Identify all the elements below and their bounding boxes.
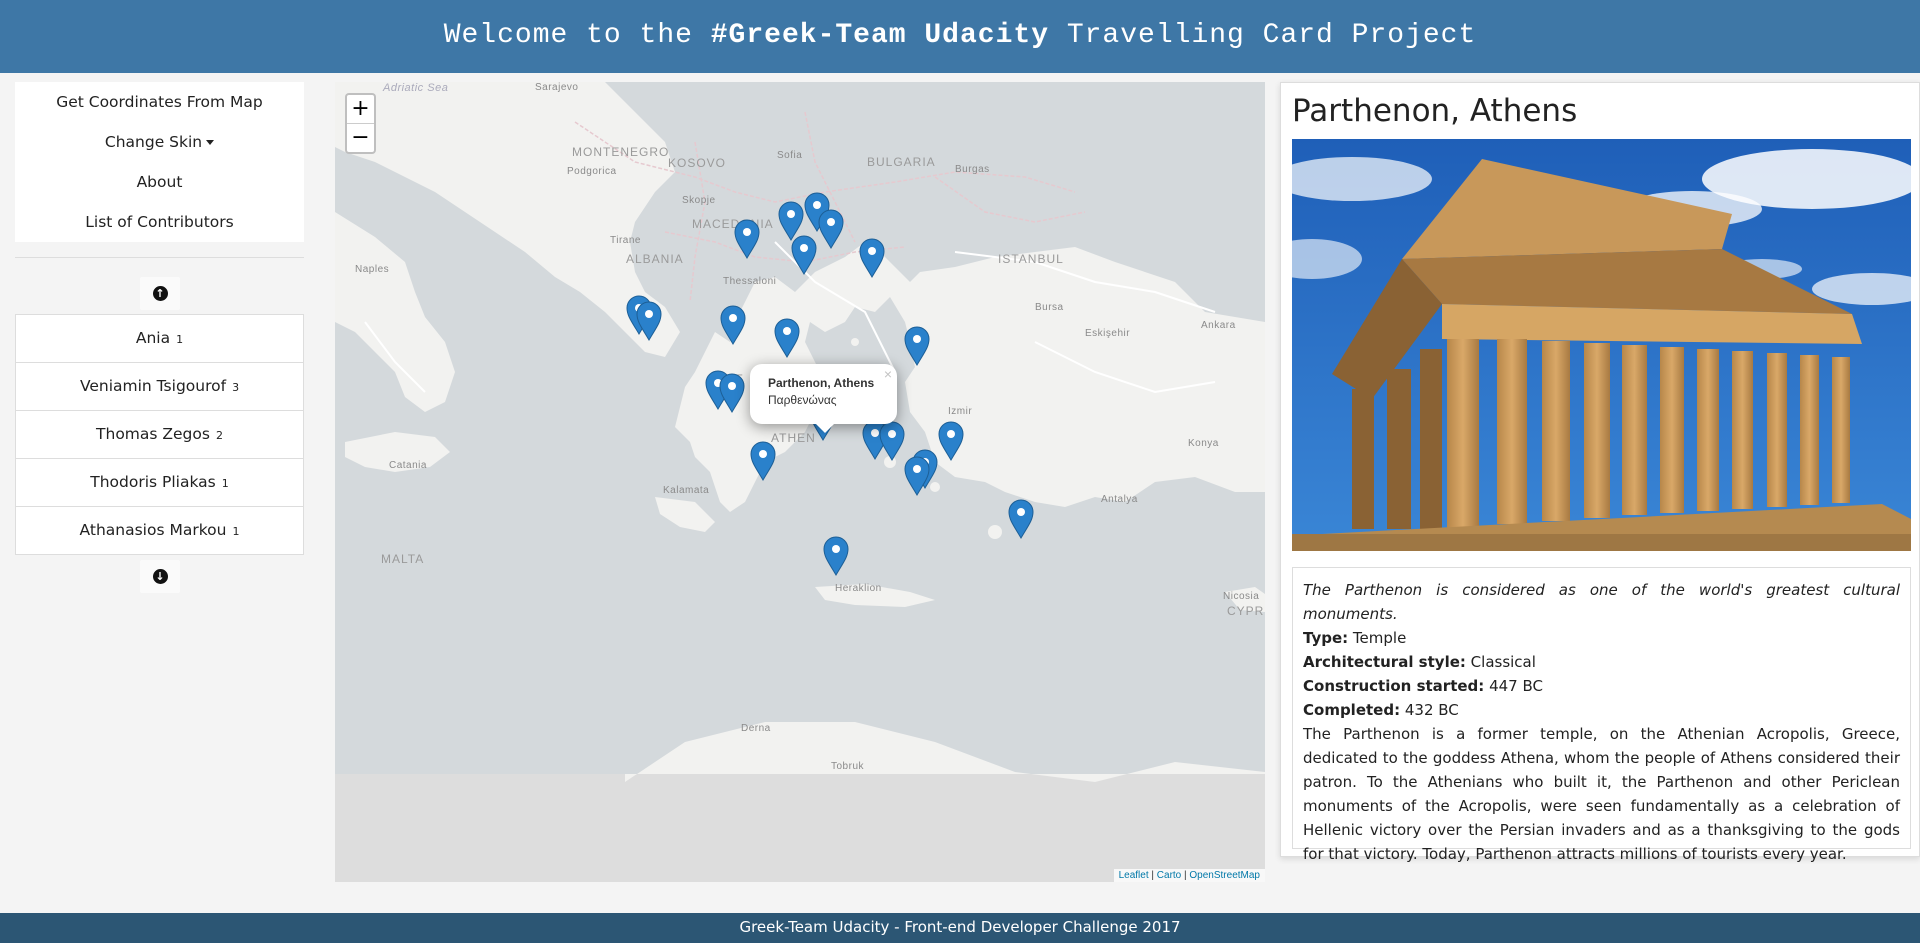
attribution-separator: | — [1148, 870, 1157, 881]
get-coordinates-link[interactable]: Get Coordinates From Map — [15, 82, 304, 122]
contributor-item[interactable]: Ania 1 — [15, 314, 304, 363]
about-link[interactable]: About — [15, 162, 304, 202]
map-marker-icon[interactable] — [720, 305, 746, 345]
contributor-count-badge: 1 — [221, 477, 229, 490]
contributor-list: Ania 1 Veniamin Tsigourof 3 Thomas Zegos 2 … — [15, 314, 304, 555]
map-marker-icon[interactable] — [818, 209, 844, 249]
map-marker-icon[interactable] — [636, 301, 662, 341]
zoom-control: + − — [345, 93, 376, 154]
map-container[interactable]: Adriatic Sea Sarajevo MONTENEGRO KOSOVO … — [335, 82, 1265, 882]
card-photo — [1292, 139, 1911, 551]
map-marker-icon[interactable] — [904, 456, 930, 496]
map-marker-icon[interactable] — [859, 238, 885, 278]
map-popup: × Parthenon, Athens Παρθενώνας — [750, 364, 897, 424]
map-marker-icon[interactable] — [791, 235, 817, 275]
openstreetmap-link[interactable]: OpenStreetMap — [1189, 870, 1260, 881]
contributor-item[interactable]: Thomas Zegos 2 — [15, 410, 304, 459]
contributor-name: Athanasios Markou — [79, 521, 227, 539]
completed-value: 432 BC — [1404, 701, 1459, 719]
zoom-in-button[interactable]: + — [347, 95, 374, 124]
card-intro: The Parthenon is considered as one of th… — [1303, 581, 1900, 623]
popup-close-button[interactable]: × — [884, 366, 892, 382]
change-skin-dropdown[interactable]: Change Skin — [15, 122, 304, 162]
zoom-out-button[interactable]: − — [347, 124, 374, 153]
map-attribution: Leaflet | Carto | OpenStreetMap — [1113, 869, 1265, 882]
menu-label: List of Contributors — [85, 213, 234, 231]
menu-label: Change Skin — [104, 133, 203, 151]
type-value: Temple — [1352, 629, 1407, 647]
map-marker-icon[interactable] — [1008, 499, 1034, 539]
header-title-pre: Welcome to the — [443, 20, 711, 51]
menu-label: About — [136, 173, 183, 191]
sidebar-menu: Get Coordinates From Map Change Skin Abo… — [15, 82, 304, 242]
started-label: Construction started: — [1303, 677, 1485, 695]
sidebar-divider — [15, 257, 304, 258]
contributor-name: Thomas Zegos — [96, 425, 210, 443]
contributor-count-badge: 1 — [176, 333, 184, 346]
arrow-up-circle-icon: ↑ — [152, 286, 168, 301]
contributor-item[interactable]: Athanasios Markou 1 — [15, 506, 304, 555]
scroll-up-button[interactable]: ↑ — [140, 277, 180, 310]
header-title-post: Travelling Card Project — [1049, 20, 1477, 51]
header-title-bold: #Greek-Team Udacity — [710, 20, 1050, 51]
contributor-count-badge: 2 — [215, 429, 223, 442]
contributor-item[interactable]: Veniamin Tsigourof 3 — [15, 362, 304, 411]
style-value: Classical — [1470, 653, 1536, 671]
scroll-down-button[interactable]: ↓ — [140, 560, 180, 593]
parthenon-image — [1292, 139, 1911, 551]
map-marker-icon[interactable] — [719, 373, 745, 413]
card-panel: Parthenon, Athens The Parthenon is consi… — [1280, 82, 1920, 863]
contributor-item[interactable]: Thodoris Pliakas 1 — [15, 458, 304, 507]
popup-subtitle: Παρθενώνας — [768, 393, 837, 407]
card-body: The Parthenon is a former temple, on the… — [1303, 725, 1900, 863]
caret-down-icon — [206, 140, 215, 145]
map-marker-icon[interactable] — [750, 441, 776, 481]
page-footer: Greek-Team Udacity - Front-end Developer… — [0, 913, 1920, 943]
contributor-count-badge: 3 — [232, 381, 240, 394]
map-marker-icon[interactable] — [778, 201, 804, 241]
map-marker-icon[interactable] — [938, 421, 964, 461]
map-marker-icon[interactable] — [879, 421, 905, 461]
type-label: Type: — [1303, 629, 1349, 647]
leaflet-link[interactable]: Leaflet — [1119, 870, 1149, 881]
popup-tip — [815, 423, 835, 433]
menu-label: Get Coordinates From Map — [56, 93, 263, 111]
popup-title: Parthenon, Athens — [768, 376, 875, 390]
completed-label: Completed: — [1303, 701, 1401, 719]
page-header: Welcome to the #Greek-Team Udacity Trave… — [0, 0, 1920, 73]
style-label: Architectural style: — [1303, 653, 1466, 671]
arrow-down-circle-icon: ↓ — [152, 569, 168, 584]
carto-link[interactable]: Carto — [1157, 870, 1181, 881]
contributor-name: Veniamin Tsigourof — [79, 377, 227, 395]
map-marker-icon[interactable] — [904, 326, 930, 366]
map-marker-icon[interactable] — [774, 318, 800, 358]
map-marker-icon[interactable] — [734, 219, 760, 259]
marker-layer — [626, 192, 1034, 576]
card-title: Parthenon, Athens — [1292, 93, 1578, 129]
contributor-name: Thodoris Pliakas — [90, 473, 216, 491]
contributors-link[interactable]: List of Contributors — [15, 202, 304, 242]
footer-text: Greek-Team Udacity - Front-end Developer… — [739, 918, 1181, 936]
started-value: 447 BC — [1489, 677, 1543, 695]
card-description: The Parthenon is considered as one of th… — [1292, 567, 1911, 863]
map-marker-icon[interactable] — [823, 536, 849, 576]
contributor-count-badge: 1 — [232, 525, 240, 538]
contributor-name: Ania — [135, 329, 171, 347]
